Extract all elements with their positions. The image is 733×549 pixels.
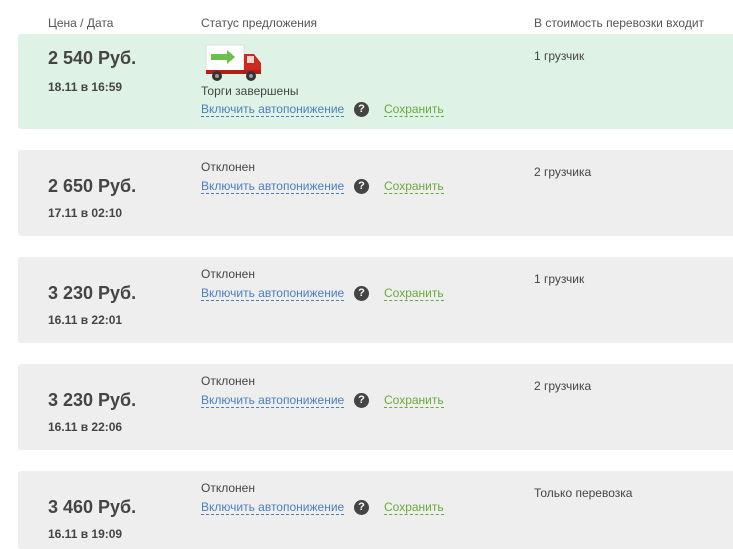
offer-row: 3 230 Руб. 16.11 в 22:06 Отклонен Включи… [18,364,733,450]
offer-date: 16.11 в 19:09 [48,527,123,541]
help-icon[interactable]: ? [354,500,369,515]
header-status: Статус предложения [201,16,318,30]
save-link[interactable]: Сохранить [384,393,444,408]
offer-price: 3 230 Руб. [48,283,137,303]
offer-status: Отклонен [201,481,255,495]
help-icon[interactable]: ? [354,179,369,194]
offer-includes: 1 грузчик [534,272,585,286]
offer-includes: 2 грузчика [534,165,592,179]
offer-row: 2 540 Руб. 18.11 в 16:59 Торги завершены… [18,34,733,129]
save-link[interactable]: Сохранить [384,500,444,515]
offer-status: Отклонен [201,267,255,281]
offer-price: 3 460 Руб. [48,497,137,517]
offer-date: 17.11 в 02:10 [48,206,123,220]
save-link[interactable]: Сохранить [384,286,444,301]
autodecrease-link[interactable]: Включить автопонижение [201,500,345,515]
header-includes: В стоимость перевозки входит [534,16,705,30]
save-link[interactable]: Сохранить [384,102,444,117]
offer-row: 2 650 Руб. 17.11 в 02:10 Отклонен Включи… [18,150,733,236]
help-icon[interactable]: ? [354,393,369,408]
offer-date: 18.11 в 16:59 [48,80,123,94]
help-icon[interactable]: ? [354,286,369,301]
autodecrease-link[interactable]: Включить автопонижение [201,102,345,117]
offer-includes: Только перевозка [534,486,633,500]
offers-page: Цена / Дата Статус предложения В стоимос… [0,0,733,549]
offer-includes: 2 грузчика [534,379,592,393]
header-price-date: Цена / Дата [48,16,114,30]
offer-includes: 1 грузчик [534,49,585,63]
help-icon[interactable]: ? [354,102,369,117]
autodecrease-link[interactable]: Включить автопонижение [201,393,345,408]
offer-price: 2 540 Руб. [48,48,137,68]
offer-status: Отклонен [201,374,255,388]
offer-date: 16.11 в 22:01 [48,313,123,327]
offer-price: 3 230 Руб. [48,390,137,410]
offer-status: Отклонен [201,160,255,174]
offer-status: Торги завершены [201,84,299,98]
autodecrease-link[interactable]: Включить автопонижение [201,286,345,301]
red-truck-icon [205,44,261,81]
offer-row: 3 460 Руб. 16.11 в 19:09 Отклонен Включи… [18,471,733,549]
save-link[interactable]: Сохранить [384,179,444,194]
offer-date: 16.11 в 22:06 [48,420,123,434]
offer-price: 2 650 Руб. [48,176,137,196]
autodecrease-link[interactable]: Включить автопонижение [201,179,345,194]
offer-row: 3 230 Руб. 16.11 в 22:01 Отклонен Включи… [18,257,733,343]
